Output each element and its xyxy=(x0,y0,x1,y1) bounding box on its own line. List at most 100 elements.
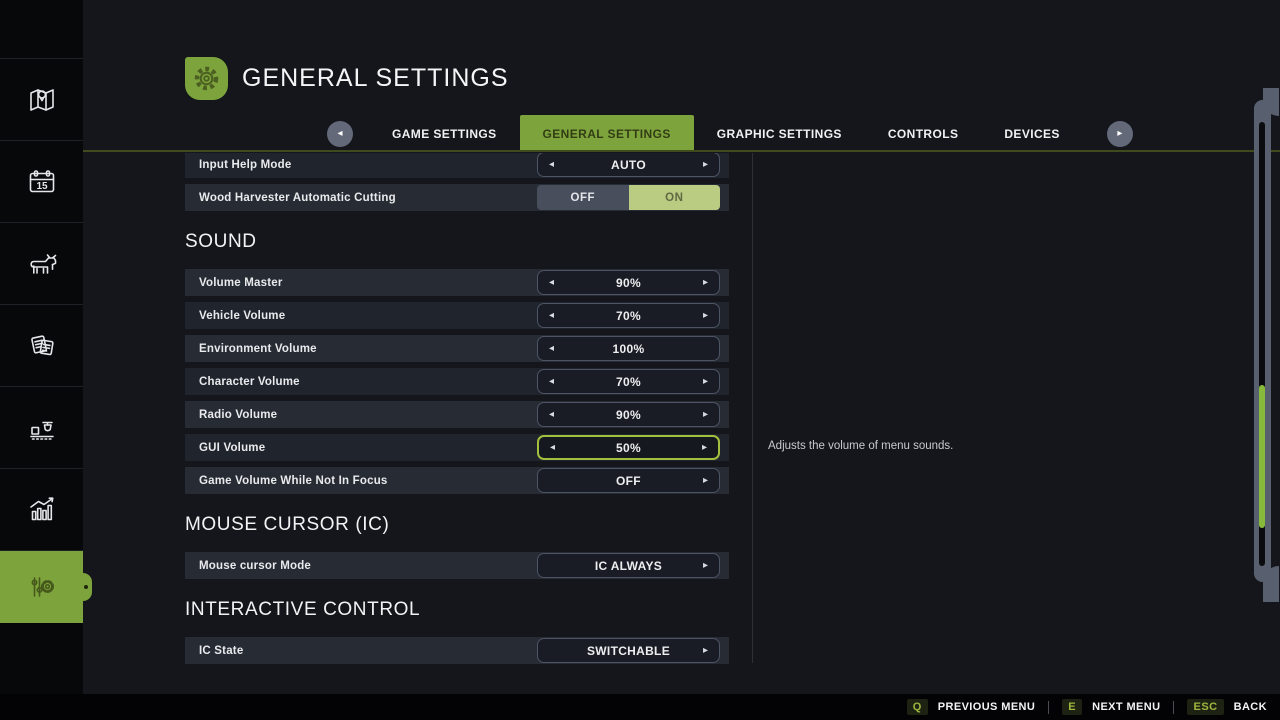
tabs-prev-button[interactable]: ◂ xyxy=(327,120,353,147)
decrease-arrow-icon[interactable]: ◂ xyxy=(547,442,558,453)
tab-devices[interactable]: DEVICES xyxy=(981,115,1082,152)
settings-row: Radio Volume ◂ 90% ▸ xyxy=(185,401,729,428)
arrow-left-icon: ◂ xyxy=(337,128,343,139)
setting-value: 70% xyxy=(616,308,641,323)
scrollbar-thumb[interactable] xyxy=(1259,385,1265,528)
tab-general-settings[interactable]: GENERAL SETTINGS xyxy=(519,115,694,152)
tab-controls[interactable]: CONTROLS xyxy=(865,115,982,152)
setting-label: GUI Volume xyxy=(199,441,266,454)
setting-value: 70% xyxy=(616,374,641,389)
calendar-icon: 15 xyxy=(29,169,54,192)
tab-underline xyxy=(83,150,1280,152)
toggle-option-on[interactable]: ON xyxy=(628,185,720,210)
value-selector[interactable]: ◂IC ALWAYS▸ xyxy=(537,553,720,578)
increase-arrow-icon[interactable]: ▸ xyxy=(699,442,710,453)
increase-arrow-icon[interactable]: ▸ xyxy=(700,277,711,288)
value-selector[interactable]: ◂100%▸ xyxy=(537,336,720,361)
value-selector[interactable]: ◂ 90% ▸ xyxy=(537,270,720,295)
increase-arrow-icon[interactable]: ▸ xyxy=(700,310,711,321)
setting-value: OFF xyxy=(616,473,641,488)
setting-label: Vehicle Volume xyxy=(199,309,286,322)
active-indicator-dot xyxy=(84,585,88,589)
footer-bar: Q PREVIOUS MENU E NEXT MENU ESC BACK xyxy=(0,694,1280,720)
footer-separator xyxy=(1173,700,1175,714)
settings-row: GUI Volume ◂ 50% ▸ xyxy=(185,434,729,461)
decrease-arrow-icon[interactable]: ◂ xyxy=(546,343,557,354)
value-selector[interactable]: ◂ 70% ▸ xyxy=(537,303,720,328)
help-text: Adjusts the volume of menu sounds. xyxy=(768,440,954,452)
settings-row: Input Help Mode ◂ AUTO ▸ xyxy=(185,153,729,178)
previous-menu-label: PREVIOUS MENU xyxy=(937,701,1036,713)
sidebar-item-map[interactable] xyxy=(0,59,83,141)
settings-row: Wood Harvester Automatic Cutting OFF ON xyxy=(185,184,729,211)
setting-value: SWITCHABLE xyxy=(587,643,670,658)
decrease-arrow-icon[interactable]: ◂ xyxy=(546,277,557,288)
setting-label: Character Volume xyxy=(199,375,300,388)
binary-toggle[interactable]: OFF ON xyxy=(537,185,720,210)
setting-value: AUTO xyxy=(611,157,646,172)
tabs-next-button[interactable]: ▸ xyxy=(1106,120,1133,147)
settings-sliders-gear-icon xyxy=(31,577,54,597)
section-header: INTERACTIVE CONTROL xyxy=(185,599,421,620)
decrease-arrow-icon[interactable]: ◂ xyxy=(546,376,557,387)
setting-label: Radio Volume xyxy=(199,408,278,421)
decrease-arrow-icon[interactable]: ◂ xyxy=(546,159,557,170)
tab-game-settings[interactable]: GAME SETTINGS xyxy=(369,115,520,152)
sidebar-item-settings[interactable] xyxy=(0,551,92,623)
value-selector[interactable]: ◂ 50% ▸ xyxy=(537,435,720,460)
key-esc-badge: ESC xyxy=(1187,699,1224,715)
section-header: MOUSE CURSOR (IC) xyxy=(185,514,390,535)
setting-value: 50% xyxy=(616,440,641,455)
svg-text:15: 15 xyxy=(36,181,48,192)
setting-label: Mouse cursor Mode xyxy=(199,559,312,572)
chart-icon xyxy=(29,496,53,520)
settings-row: IC State◂SWITCHABLE▸ xyxy=(185,637,729,664)
key-q-badge: Q xyxy=(906,699,928,715)
sidebar-item-production[interactable] xyxy=(0,387,83,469)
settings-row: Game Volume While Not In Focus◂OFF▸ xyxy=(185,467,729,494)
decrease-arrow-icon[interactable]: ◂ xyxy=(546,409,557,420)
setting-label: Wood Harvester Automatic Cutting xyxy=(199,191,396,204)
help-panel-divider xyxy=(752,153,753,663)
footer-separator xyxy=(1048,700,1050,714)
general-settings-app-icon xyxy=(185,57,228,100)
increase-arrow-icon[interactable]: ▸ xyxy=(700,409,711,420)
back-label: BACK xyxy=(1233,701,1267,713)
decrease-arrow-icon[interactable]: ◂ xyxy=(546,310,557,321)
gear-icon xyxy=(194,66,219,91)
sidebar: 15 xyxy=(0,0,92,694)
documents-icon xyxy=(30,334,54,355)
sidebar-item-contracts[interactable] xyxy=(0,305,83,387)
increase-arrow-icon[interactable]: ▸ xyxy=(700,560,711,571)
settings-row: Character Volume ◂ 70% ▸ xyxy=(185,368,729,395)
settings-list: Input Help Mode ◂ AUTO ▸ Wood Harvester Auto… xyxy=(185,153,729,673)
tab-graphic-settings[interactable]: GRAPHIC SETTINGS xyxy=(694,115,865,152)
production-icon xyxy=(29,421,54,440)
value-selector[interactable]: ◂ AUTO ▸ xyxy=(537,153,720,177)
setting-label: Environment Volume xyxy=(199,342,317,355)
setting-label: Game Volume While Not In Focus xyxy=(199,474,388,487)
next-menu-label: NEXT MENU xyxy=(1092,701,1161,713)
increase-arrow-icon[interactable]: ▸ xyxy=(700,645,711,656)
sidebar-item-animals[interactable] xyxy=(0,223,83,305)
next-menu-button[interactable]: E NEXT MENU xyxy=(1062,699,1160,715)
value-selector[interactable]: ◂SWITCHABLE▸ xyxy=(537,638,720,663)
increase-arrow-icon[interactable]: ▸ xyxy=(700,159,711,170)
map-icon xyxy=(29,88,54,111)
setting-value: 100% xyxy=(612,341,645,356)
page-title: GENERAL SETTINGS xyxy=(242,64,509,92)
setting-label: IC State xyxy=(199,644,244,657)
value-selector[interactable]: ◂OFF▸ xyxy=(537,468,720,493)
settings-row: Environment Volume◂100%▸ xyxy=(185,335,729,362)
value-selector[interactable]: ◂ 90% ▸ xyxy=(537,402,720,427)
increase-arrow-icon[interactable]: ▸ xyxy=(700,475,711,486)
sidebar-item-statistics[interactable] xyxy=(0,469,83,551)
tab-bar: ◂ GAME SETTINGS GENERAL SETTINGS GRAPHIC… xyxy=(327,115,1133,152)
general-settings-screen: 15 GENERAL SETTINGS ◂ GAME SETTINGS GENE… xyxy=(0,0,1280,720)
back-button[interactable]: ESC BACK xyxy=(1187,699,1267,715)
increase-arrow-icon[interactable]: ▸ xyxy=(700,376,711,387)
previous-menu-button[interactable]: Q PREVIOUS MENU xyxy=(906,699,1036,715)
value-selector[interactable]: ◂ 70% ▸ xyxy=(537,369,720,394)
toggle-option-off[interactable]: OFF xyxy=(537,185,629,210)
sidebar-item-calendar[interactable]: 15 xyxy=(0,141,83,223)
